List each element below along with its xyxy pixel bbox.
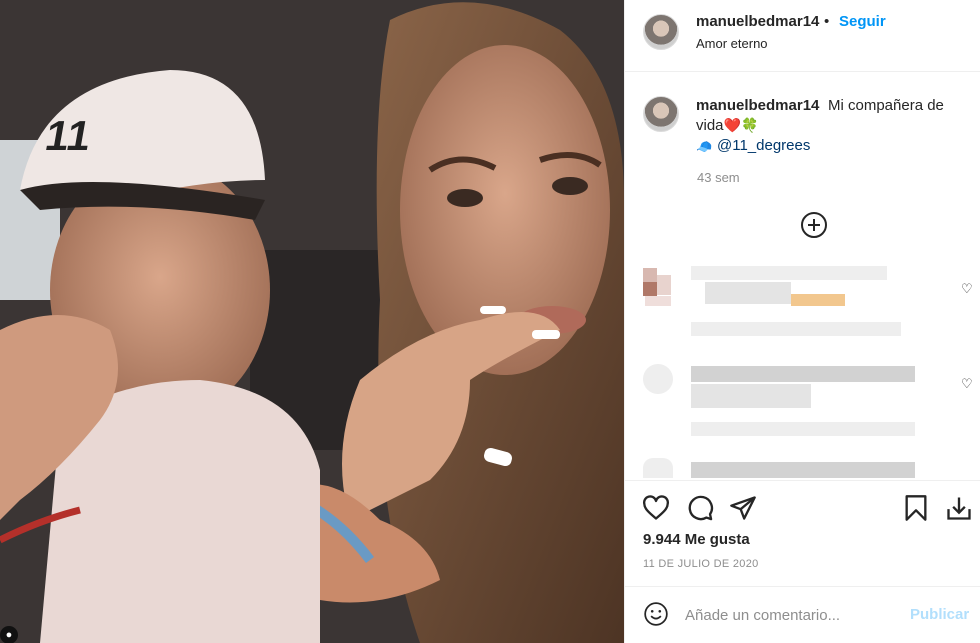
comment-avatar-pixel bbox=[643, 282, 657, 296]
tagged-user-icon[interactable]: ● bbox=[0, 626, 18, 643]
photo-illustration: 11 bbox=[0, 0, 624, 643]
post-photo[interactable]: 11 ● bbox=[0, 0, 624, 643]
comment-avatar-pixel bbox=[657, 275, 671, 295]
comment-like-icon[interactable]: ♡ bbox=[961, 281, 973, 297]
caption-text-line1: Mi compañera de bbox=[828, 97, 944, 114]
comment-avatar[interactable] bbox=[643, 458, 673, 478]
caption-username[interactable]: manuelbedmar14 bbox=[696, 97, 819, 114]
comment-input[interactable] bbox=[685, 603, 895, 627]
comment-meta-blur bbox=[691, 422, 915, 436]
location-link[interactable]: Amor eterno bbox=[696, 36, 768, 51]
likes-count[interactable]: 9.944 Me gusta bbox=[643, 531, 750, 548]
comment-avatar[interactable] bbox=[643, 364, 673, 394]
caption-text-vida: vida bbox=[696, 117, 724, 134]
comment-icon[interactable] bbox=[686, 494, 714, 522]
comment-avatar[interactable] bbox=[643, 268, 657, 282]
emoji-icon[interactable] bbox=[643, 601, 669, 627]
comment-avatar-pixel bbox=[645, 296, 671, 306]
caption-timestamp[interactable]: 43 sem bbox=[697, 170, 740, 185]
load-more-comments-icon[interactable] bbox=[801, 212, 827, 238]
paper-plane-icon[interactable] bbox=[729, 494, 757, 522]
like-icon[interactable] bbox=[642, 494, 670, 522]
publish-button[interactable]: Publicar bbox=[910, 606, 969, 623]
clover-emoji-icon: 🍀 bbox=[740, 117, 759, 133]
comment-like-icon[interactable]: ♡ bbox=[961, 376, 973, 392]
post-header: manuelbedmar14 • Seguir Amor eterno bbox=[625, 0, 980, 72]
comment-text-blur bbox=[691, 462, 915, 478]
heart-emoji-icon: ❤️ bbox=[723, 117, 741, 133]
tagged-user-glyph: ● bbox=[5, 629, 13, 641]
mention-link[interactable]: @11_degrees bbox=[717, 137, 810, 154]
comment-form: Publicar bbox=[625, 586, 980, 643]
bookmark-icon[interactable] bbox=[902, 494, 930, 522]
header-username[interactable]: manuelbedmar14 bbox=[696, 13, 819, 30]
caption-avatar[interactable] bbox=[643, 96, 679, 132]
download-icon[interactable] bbox=[945, 494, 973, 522]
follow-button[interactable]: Seguir bbox=[839, 13, 886, 30]
post-date[interactable]: 11 DE JULIO DE 2020 bbox=[643, 558, 759, 570]
comment-text-blur bbox=[691, 384, 811, 408]
comment-text-blur bbox=[691, 266, 887, 280]
caption-text-line2: vida❤️🍀 bbox=[696, 117, 758, 134]
separator-dot: • bbox=[824, 13, 830, 30]
post-details-panel: manuelbedmar14 • Seguir Amor eterno manu… bbox=[624, 0, 980, 643]
svg-text:11: 11 bbox=[42, 112, 95, 159]
avatar[interactable] bbox=[643, 14, 679, 50]
comment-meta-blur bbox=[691, 322, 901, 336]
comment-text-blur bbox=[691, 366, 915, 382]
comment-text-blur bbox=[705, 282, 791, 304]
cap-emoji-icon: 🧢 bbox=[696, 139, 713, 154]
comment-text-blur bbox=[791, 294, 845, 306]
